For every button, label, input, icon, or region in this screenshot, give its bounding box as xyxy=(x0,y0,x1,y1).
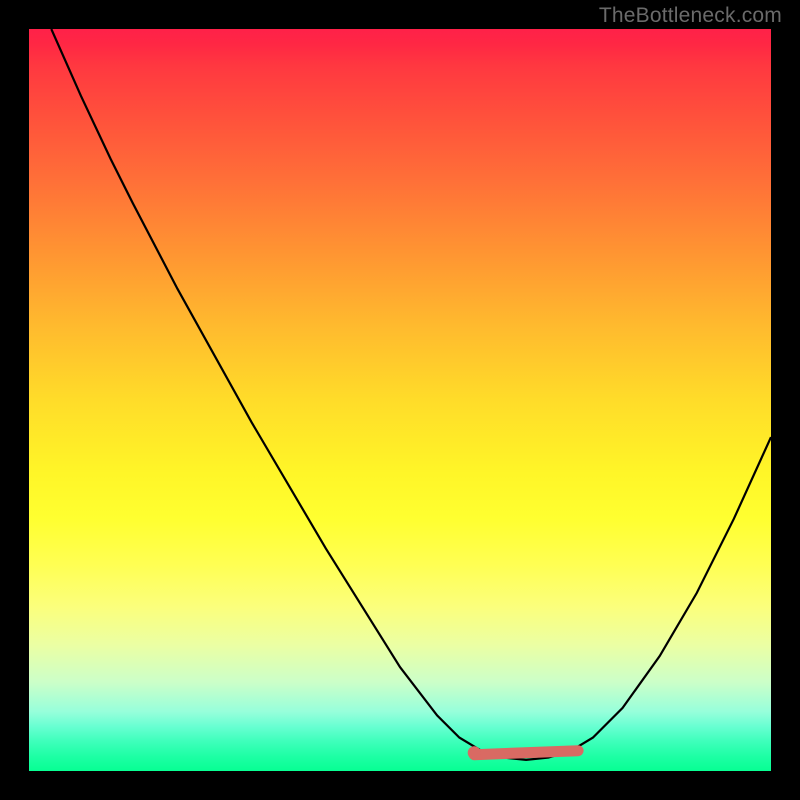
watermark-text: TheBottleneck.com xyxy=(599,4,782,28)
optimal-range-highlight xyxy=(474,751,578,755)
optimal-range-start-dot xyxy=(468,746,481,759)
bottleneck-curve xyxy=(51,29,771,760)
chart-svg xyxy=(29,29,771,771)
plot-area xyxy=(29,29,771,771)
